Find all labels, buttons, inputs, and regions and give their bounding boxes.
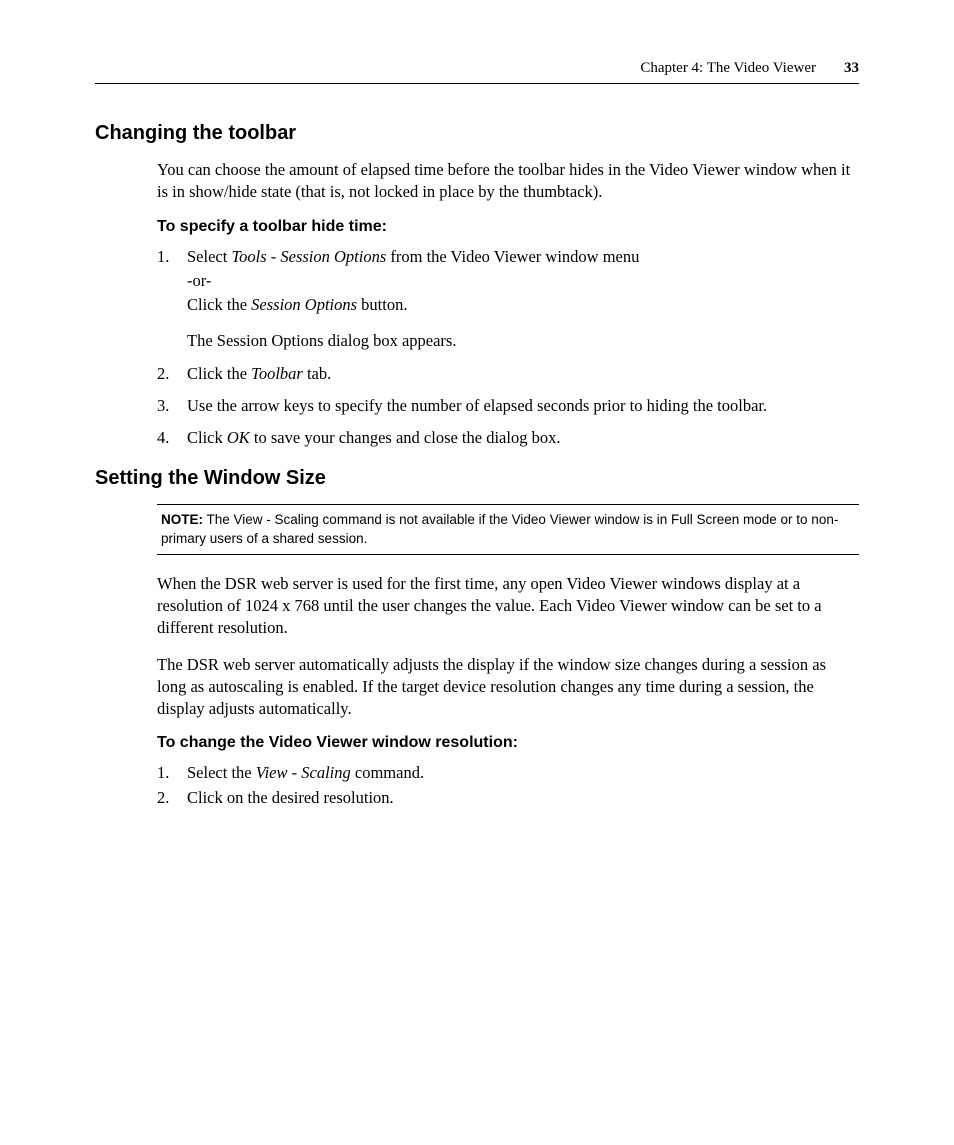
step-number: 2.: [157, 363, 187, 385]
section2-p1: When the DSR web server is used for the …: [157, 573, 859, 640]
running-header: Chapter 4: The Video Viewer 33: [95, 60, 859, 84]
section1-intro: You can choose the amount of elapsed tim…: [157, 159, 859, 204]
step-number: 2.: [157, 787, 187, 809]
note-label: NOTE:: [161, 512, 203, 527]
step-1: 1. Select Tools - Session Options from t…: [157, 246, 859, 353]
step-text: Click on the desired resolution.: [187, 787, 859, 809]
button-ok: OK: [227, 428, 250, 447]
button-name: Session Options: [251, 295, 357, 314]
step-text: Select the View - Scaling command.: [187, 762, 859, 784]
step-2: 2. Click the Toolbar tab.: [157, 363, 859, 385]
menu-path: View - Scaling: [256, 763, 351, 782]
step-result: The Session Options dialog box appears.: [187, 330, 859, 352]
section1-subhead: To specify a toolbar hide time:: [157, 218, 859, 236]
section1-steps: 1. Select Tools - Session Options from t…: [157, 246, 859, 450]
section2-steps: 1. Select the View - Scaling command. 2.…: [157, 762, 859, 809]
header-chapter: Chapter 4: The Video Viewer: [640, 60, 816, 77]
section2-body: NOTE: The View - Scaling command is not …: [157, 504, 859, 809]
step-text: Select Tools - Session Options from the …: [187, 246, 859, 353]
step-number: 4.: [157, 427, 187, 449]
section2-p2: The DSR web server automatically adjusts…: [157, 654, 859, 721]
tab-name: Toolbar: [251, 364, 303, 383]
step-2: 2. Click on the desired resolution.: [157, 787, 859, 809]
step-alt: Click the Session Options button.: [187, 294, 859, 316]
section1-body: You can choose the amount of elapsed tim…: [157, 159, 859, 449]
step-1: 1. Select the View - Scaling command.: [157, 762, 859, 784]
step-or: -or-: [187, 270, 859, 292]
header-page-number: 33: [844, 60, 859, 77]
page: Chapter 4: The Video Viewer 33 Changing …: [0, 0, 954, 1145]
step-text: Use the arrow keys to specify the number…: [187, 395, 859, 417]
step-number: 1.: [157, 762, 187, 784]
step-text: Click OK to save your changes and close …: [187, 427, 859, 449]
step-text: Click the Toolbar tab.: [187, 363, 859, 385]
heading-window-size: Setting the Window Size: [95, 467, 859, 490]
step-number: 3.: [157, 395, 187, 417]
menu-path: Tools - Session Options: [231, 247, 386, 266]
note-text: The View - Scaling command is not availa…: [161, 512, 838, 545]
note-box: NOTE: The View - Scaling command is not …: [157, 504, 859, 554]
heading-changing-toolbar: Changing the toolbar: [95, 122, 859, 145]
step-4: 4. Click OK to save your changes and clo…: [157, 427, 859, 449]
step-number: 1.: [157, 246, 187, 353]
step-3: 3. Use the arrow keys to specify the num…: [157, 395, 859, 417]
section2-subhead: To change the Video Viewer window resolu…: [157, 734, 859, 752]
